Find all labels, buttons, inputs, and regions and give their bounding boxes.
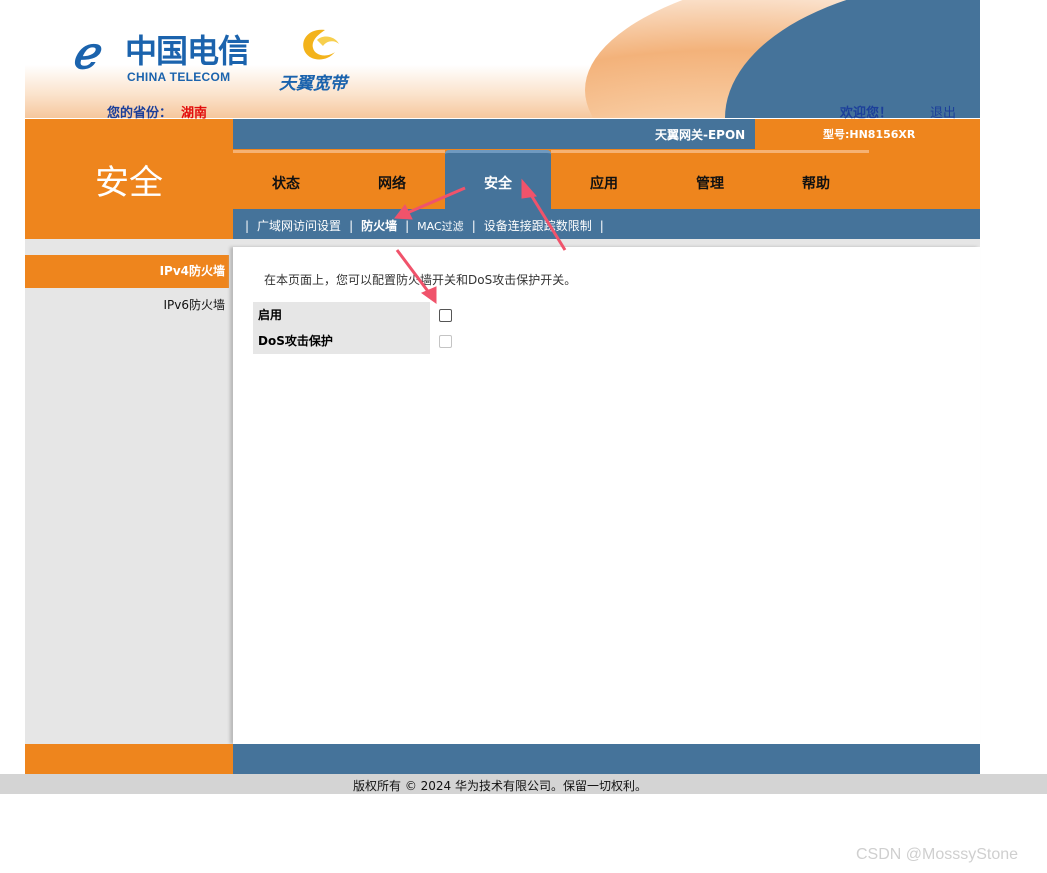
china-telecom-logo-icon: ℯ (72, 28, 99, 79)
tab-application[interactable]: 应用 (551, 150, 657, 209)
tab-status[interactable]: 状态 (233, 150, 339, 209)
sub-nav-items: | 广域网访问设置 | 防火墙 | MAC过滤 | 设备连接跟踪数限制 | (241, 217, 608, 234)
subnav-mac-filter[interactable]: MAC过滤 (417, 220, 464, 233)
section-title: 安全 (95, 163, 163, 203)
page-description: 在本页面上，您可以配置防火墙开关和DoS攻击保护开关。 (264, 273, 577, 287)
tianyi-swirl-icon (303, 29, 339, 60)
enable-checkbox[interactable] (439, 309, 452, 322)
model-text: 型号:HN8156XR (823, 128, 916, 141)
subnav-separator: | (599, 219, 604, 233)
banner-blue-block (855, 0, 980, 118)
subnav-firewall[interactable]: 防火墙 (361, 219, 397, 233)
logo-en-text: CHINA TELECOM (127, 70, 231, 84)
dos-protection-checkbox (439, 335, 452, 348)
subnav-conn-limit[interactable]: 设备连接跟踪数限制 (484, 219, 592, 233)
tab-help[interactable]: 帮助 (763, 150, 869, 209)
dos-protection-label: DoS攻击保护 (253, 328, 430, 354)
footer-blue (233, 744, 980, 774)
tab-security[interactable]: 安全 (445, 150, 551, 209)
tab-network[interactable]: 网络 (339, 150, 445, 209)
subnav-separator: | (245, 219, 250, 233)
tab-management[interactable]: 管理 (657, 150, 763, 209)
subnav-separator: | (471, 219, 476, 233)
subnav-wan-access[interactable]: 广域网访问设置 (257, 219, 341, 233)
sidebar-item-ipv6-firewall[interactable]: IPv6防火墙 (25, 290, 233, 320)
subnav-separator: | (405, 219, 410, 233)
logo-cn-text: 中国电信 (125, 32, 250, 70)
copyright-text: 版权所有 © 2024 华为技术有限公司。保留一切权利。 (353, 779, 647, 793)
watermark: CSDN @MosssyStone (856, 846, 1019, 863)
gateway-name: 天翼网关-EPON (655, 128, 746, 142)
enable-label: 启用 (253, 302, 430, 328)
tianyi-broadband-text: 天翼宽带 (279, 74, 347, 94)
footer-orange (25, 744, 233, 774)
sidebar-item-ipv4-firewall[interactable]: IPv4防火墙 (25, 255, 233, 288)
subnav-separator: | (349, 219, 354, 233)
